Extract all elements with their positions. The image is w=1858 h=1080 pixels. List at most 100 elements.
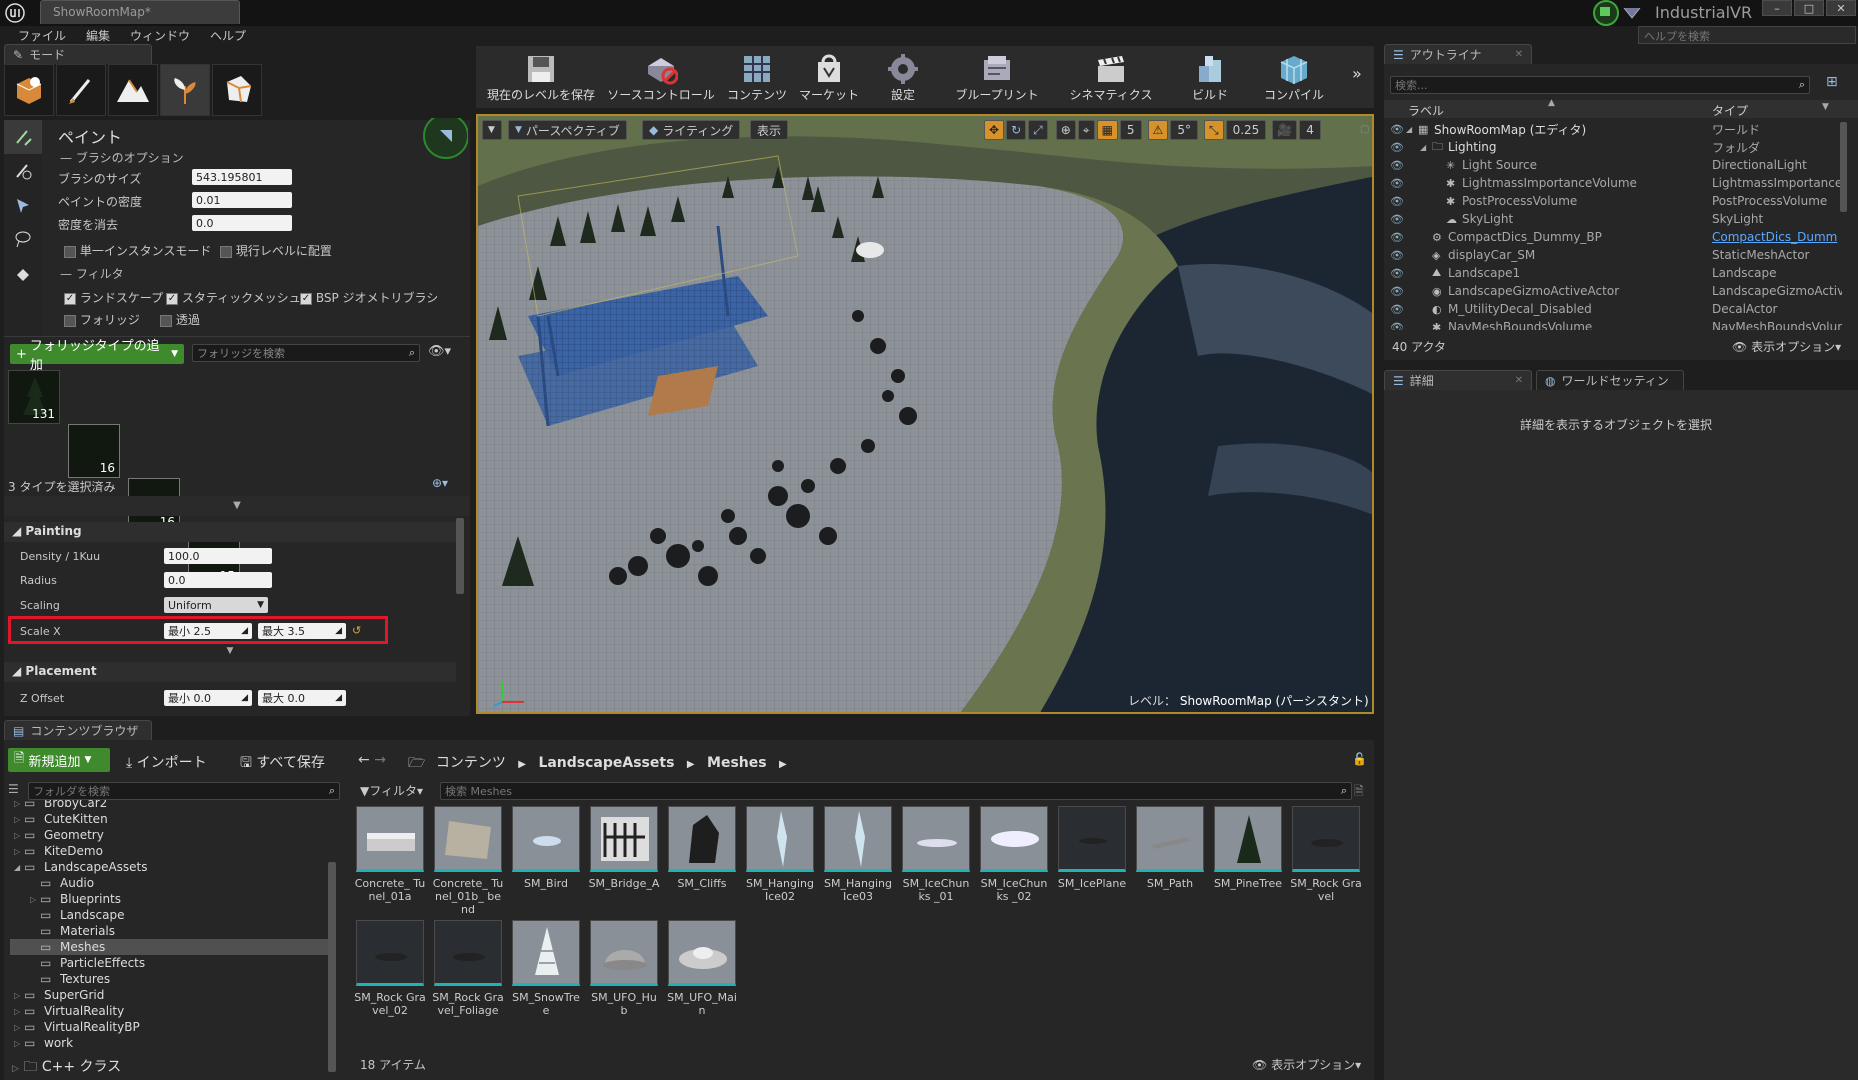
forward-arrow-icon[interactable]: → (374, 752, 386, 768)
folder-item[interactable]: ▭ Audio (10, 875, 328, 891)
folder-item[interactable]: ▭ Textures (10, 971, 328, 987)
visibility-eye-icon[interactable]: 👁 (1390, 123, 1404, 136)
outliner-search-input[interactable]: 検索... ⌕ (1390, 76, 1810, 94)
folder-item[interactable]: ▷ ▭ VirtualRealityBP (10, 1019, 328, 1035)
visibility-eye-icon[interactable]: 👁 (1390, 321, 1404, 331)
scaling-dropdown[interactable]: Uniform ▼ (164, 597, 268, 613)
geometry-mode-icon[interactable] (212, 64, 262, 116)
add-new-button[interactable]: 🗎 新規追加 ▼ (8, 748, 110, 772)
help-search-input[interactable]: ヘルプを検索 (1638, 26, 1856, 44)
asset-tile[interactable]: SM_IcePlane (1056, 806, 1128, 890)
z-offset-max-input[interactable]: 最大 0.0 ◢ (258, 690, 346, 706)
filter-staticmesh-checkbox[interactable]: ✓ スタティックメッシュ (166, 289, 301, 306)
close-icon[interactable]: ✕ (1515, 375, 1523, 386)
foliage-mode-icon[interactable] (160, 64, 210, 116)
tab-content-browser[interactable]: ▤ コンテンツブラウザ (4, 720, 152, 740)
outliner-row[interactable]: 👁 ✱ LightmassImportanceVolume LightmassImpo… (1384, 174, 1858, 192)
filter-landscape-checkbox[interactable]: ✓ ランドスケープ (64, 289, 163, 306)
asset-tile[interactable]: SM_IceChunks _01 (900, 806, 972, 903)
folder-item[interactable]: ▷ ▭ VirtualReality (10, 1003, 328, 1019)
filter-bsp-checkbox[interactable]: ✓ BSP ジオメトリブラシ (300, 289, 438, 306)
zoom-icon[interactable]: ⊕▾ (432, 476, 448, 490)
outliner-row[interactable]: 👁 ◢ ▦ ShowRoomMap (エディタ) ワールド (1384, 120, 1858, 138)
asset-tile[interactable]: SM_Cliffs (666, 806, 738, 890)
visibility-eye-icon[interactable]: 👁 (1390, 267, 1404, 280)
back-arrow-icon[interactable]: ← (358, 752, 370, 768)
folder-item[interactable]: ▷ ▭ Blueprints (10, 891, 328, 907)
outliner-row[interactable]: 👁 ◉ LandscapeGizmoActiveActor LandscapeGizm… (1384, 282, 1858, 300)
market-button[interactable]: マーケット (794, 46, 864, 106)
visibility-eye-icon[interactable]: 👁 (1390, 159, 1404, 172)
reapply-tool-icon[interactable] (4, 154, 42, 188)
sources-toggle-icon[interactable]: ☰ (8, 782, 24, 800)
grid-size-value[interactable]: 5 (1119, 120, 1142, 140)
angle-snap-icon[interactable]: ⚠ (1147, 120, 1169, 140)
tab-modes[interactable]: ✎ モード (4, 44, 152, 64)
folder-item[interactable]: ▭ Meshes (10, 939, 328, 955)
z-offset-min-input[interactable]: 最小 0.0 ◢ (164, 690, 252, 706)
select-tool-icon[interactable] (4, 188, 42, 222)
visibility-eye-icon[interactable]: 👁 (1390, 303, 1404, 316)
filter-button[interactable]: ▼フィルタ▾ (360, 782, 423, 799)
breadcrumb-landscapeassets[interactable]: LandscapeAssets (538, 755, 674, 771)
asset-tile[interactable]: Concrete_ Tunel_01a (354, 806, 426, 903)
density-input[interactable]: 100.0 (164, 548, 272, 564)
translate-icon[interactable]: ✥ (984, 120, 1005, 140)
import-button[interactable]: ⤓ インポート (126, 752, 207, 772)
eye-options-icon[interactable]: 👁▾ (428, 344, 451, 359)
foliage-thumb[interactable]: 131 (8, 370, 60, 424)
placement-section-header[interactable]: ◢ Placement (4, 662, 456, 682)
folder-item[interactable]: ▷ ▭ work (10, 1035, 328, 1051)
chevron-down-icon[interactable]: ▼ (1822, 102, 1829, 112)
lighting-button[interactable]: ◆ ライティング (642, 120, 741, 140)
asset-tile[interactable]: SM_Hanging Ice02 (744, 806, 816, 903)
asset-tile[interactable]: SM_Bird (510, 806, 582, 890)
filter-translucent-checkbox[interactable]: 透過 (160, 311, 200, 328)
outliner-row[interactable]: 👁 ◈ displayCar_SM StaticMeshActor (1384, 246, 1858, 264)
scrollbar[interactable] (456, 518, 464, 594)
outliner-row[interactable]: 👁 ✱ NavMeshBoundsVolume NavMeshBoundsVolum (1384, 318, 1858, 330)
content-view-options[interactable]: 👁 表示オプション▾ (1252, 1056, 1361, 1073)
scrollbar[interactable] (1840, 122, 1847, 212)
folder-item[interactable]: ▭ Landscape (10, 907, 328, 923)
visibility-eye-icon[interactable]: 👁 (1390, 249, 1404, 262)
world-icon[interactable]: ⊕ (1055, 120, 1076, 140)
scale-snap-icon[interactable]: ⤡ (1203, 120, 1224, 140)
folder-item[interactable]: ▷ ▭ KiteDemo (10, 843, 328, 859)
outliner-row[interactable]: 👁 ◢ 🗀 Lighting フォルダ (1384, 138, 1858, 156)
add-actor-icon[interactable]: ⊞ (1826, 74, 1838, 90)
scale-x-max-input[interactable]: 最大 3.5 ◢ (258, 623, 346, 639)
folder-item[interactable]: ▭ Materials (10, 923, 328, 939)
menu-window[interactable]: ウィンドウ (122, 26, 198, 44)
folder-item[interactable]: ▷ ▭ BrobyCar2 (10, 800, 328, 811)
rotate-icon[interactable]: ↻ (1006, 120, 1027, 140)
visibility-eye-icon[interactable]: 👁 (1390, 177, 1404, 190)
outliner-row[interactable]: 👁 ⚙ CompactDics_Dummy_BP CompactDics_Dumm (1384, 228, 1858, 246)
outliner-row[interactable]: 👁 ⛰ Landscape1 Landscape (1384, 264, 1858, 282)
outliner-row[interactable]: 👁 ✱ PostProcessVolume PostProcessVolume (1384, 192, 1858, 210)
camera-speed-value[interactable]: 4 (1299, 120, 1321, 140)
asset-tile[interactable]: SM_Rock Gravel_02 (354, 920, 426, 1017)
asset-tile[interactable]: SM_Path (1134, 806, 1206, 890)
outliner-row[interactable]: 👁 ☁ SkyLight SkyLight (1384, 210, 1858, 228)
save-search-icon[interactable]: 🗎 (1354, 782, 1364, 803)
current-level-checkbox[interactable]: 現行レベルに配置 (220, 242, 332, 259)
lasso-tool-icon[interactable] (4, 222, 42, 256)
col-type[interactable]: タイプ (1712, 102, 1748, 119)
show-button[interactable]: 表示 (750, 120, 789, 140)
cpp-classes-folder[interactable]: ▷ 🗀 C++ クラス (12, 1056, 121, 1080)
foliage-search-input[interactable]: フォリッジを検索 ⌕ (192, 344, 420, 362)
asset-search-input[interactable]: 検索 Meshes ⌕ (440, 782, 1352, 800)
visibility-eye-icon[interactable]: 👁 (1390, 285, 1404, 298)
erase-density-input[interactable]: 0.0 (192, 215, 292, 231)
folder-item[interactable]: ◢ ▭ LandscapeAssets (10, 859, 328, 875)
paint-tool-icon[interactable] (4, 120, 42, 154)
tab-details[interactable]: ☰ 詳細 ✕ (1384, 370, 1532, 390)
folder-item[interactable]: ▷ ▭ SuperGrid (10, 987, 328, 1003)
reset-icon[interactable]: ↺ (352, 624, 361, 637)
tab-outliner[interactable]: ☰ アウトライナ ✕ (1384, 44, 1532, 64)
expand-arrow-icon[interactable]: ▼ (4, 646, 456, 660)
build-button[interactable]: ビルド (1170, 46, 1250, 106)
menu-help[interactable]: ヘルプ (202, 26, 254, 44)
menu-edit[interactable]: 編集 (78, 26, 118, 44)
